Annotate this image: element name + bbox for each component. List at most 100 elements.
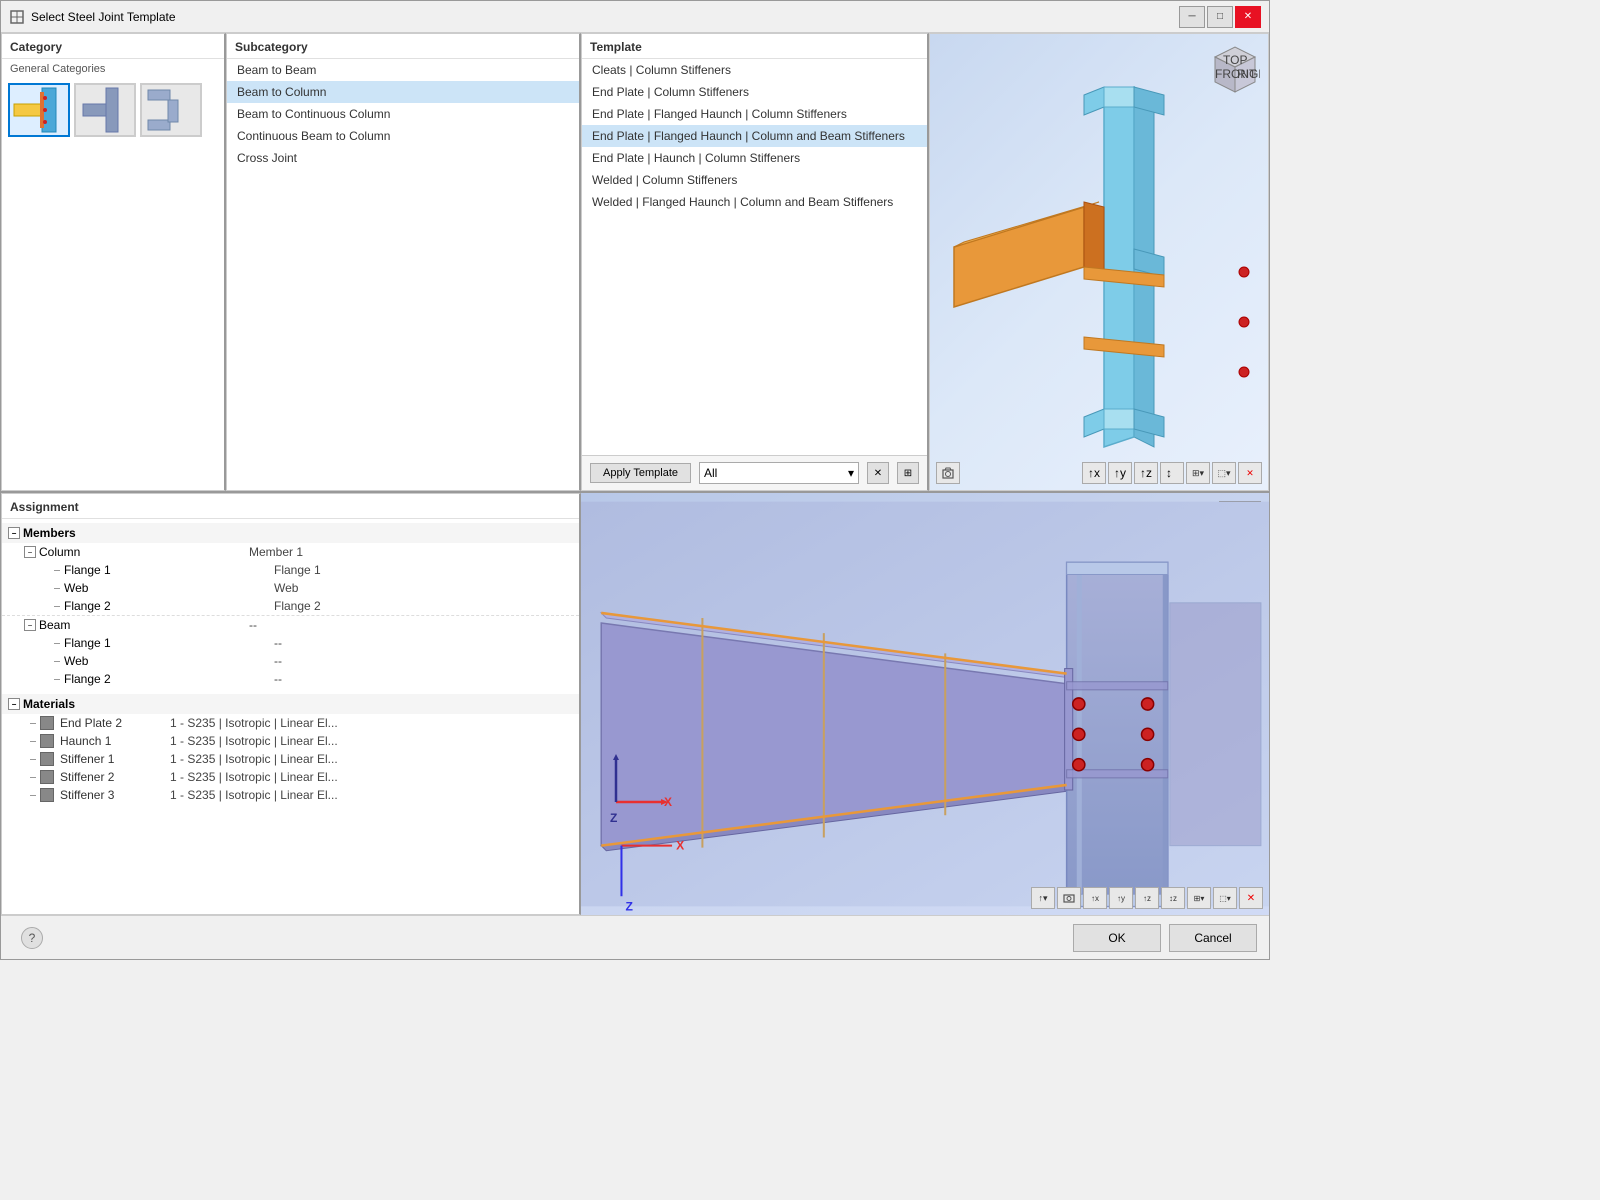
template-item-3[interactable]: End Plate | Flanged Haunch | Column Stif…	[582, 103, 927, 125]
col-web-value: Web	[274, 581, 573, 595]
members-label: Members	[23, 526, 76, 540]
mat-color-3	[40, 770, 54, 784]
view-options-button[interactable]: ⊞▾	[1186, 462, 1210, 484]
clear-button[interactable]: ✕	[867, 462, 889, 484]
view-reset-button[interactable]: ✕	[1238, 462, 1262, 484]
chevron-down-icon: ▾	[848, 466, 854, 480]
ok-button[interactable]: OK	[1073, 924, 1161, 952]
mat-value-0: 1 - S235 | Isotropic | Linear El...	[170, 716, 573, 730]
subcategory-panel: Subcategory Beam to Beam Beam to Column …	[226, 33, 581, 491]
svg-text:X: X	[676, 839, 684, 853]
help-button[interactable]: ?	[21, 927, 43, 949]
render-options-button[interactable]: ⬚▾	[1212, 462, 1236, 484]
view-front-button[interactable]: ↑x	[1082, 462, 1106, 484]
template-footer: Apply Template All ▾ ✕ ⊞	[582, 455, 927, 490]
members-expand-icon[interactable]: −	[8, 527, 20, 539]
column-value: Member 1	[249, 545, 573, 559]
category-panel: Category General Categories	[1, 33, 226, 491]
view-side-button[interactable]: ↑y	[1108, 462, 1132, 484]
svg-text:↑y: ↑y	[1114, 466, 1126, 480]
mat-value-2: 1 - S235 | Isotropic | Linear El...	[170, 752, 573, 766]
subcategory-header: Subcategory	[227, 34, 579, 59]
beam-flange2-value: --	[274, 672, 573, 686]
vp-view-iso-button[interactable]: ↕z	[1161, 887, 1185, 909]
template-item-7[interactable]: Welded | Flanged Haunch | Column and Bea…	[582, 191, 927, 213]
vp-move-button[interactable]: ↑▾	[1031, 887, 1055, 909]
mat-color-0	[40, 716, 54, 730]
camera-button[interactable]	[936, 462, 960, 484]
vp-camera-button[interactable]	[1057, 887, 1081, 909]
beam-value: --	[249, 618, 573, 632]
mat-color-1	[40, 734, 54, 748]
template-panel: Template Cleats | Column Stiffeners End …	[581, 33, 929, 491]
mat-name-2: Stiffener 1	[60, 752, 170, 766]
beam-flange1-row: Flange 1 --	[2, 634, 579, 652]
beam-web-label: Web	[64, 654, 274, 668]
subcategory-item-continuous-beam-to-column[interactable]: Continuous Beam to Column	[227, 125, 579, 147]
mat-color-4	[40, 788, 54, 802]
main-content: Category General Categories	[1, 33, 1269, 959]
svg-text:↑x: ↑x	[1088, 466, 1100, 480]
maximize-button[interactable]: □	[1207, 6, 1233, 28]
refresh-button[interactable]: ⊞	[897, 462, 919, 484]
vp-view-y-button[interactable]: ↑y	[1109, 887, 1133, 909]
mat-value-3: 1 - S235 | Isotropic | Linear El...	[170, 770, 573, 784]
material-row-0: End Plate 2 1 - S235 | Isotropic | Linea…	[2, 714, 579, 732]
members-section-header[interactable]: − Members	[2, 523, 579, 543]
subcategory-item-beam-to-beam[interactable]: Beam to Beam	[227, 59, 579, 81]
viewport-3d: X Z X Z	[581, 493, 1269, 915]
window-title: Select Steel Joint Template	[31, 10, 1179, 24]
materials-expand-icon[interactable]: −	[8, 698, 20, 710]
view-top-button[interactable]: ↑z	[1134, 462, 1158, 484]
vp-view-x-button[interactable]: ↑x	[1083, 887, 1107, 909]
viewport-toolbar: ↑▾ ↑x ↑y ↑z ↕z ⊞▾ ⬚▾ ✕	[1031, 887, 1263, 909]
beam-expand-icon[interactable]: −	[24, 619, 36, 631]
template-item-5[interactable]: End Plate | Haunch | Column Stiffeners	[582, 147, 927, 169]
category-icon-2[interactable]	[74, 83, 136, 137]
template-item-4[interactable]: End Plate | Flanged Haunch | Column and …	[582, 125, 927, 147]
preview-panel: TOP FRONT RIGHT	[929, 33, 1269, 491]
apply-template-button[interactable]: Apply Template	[590, 463, 691, 483]
column-expand-icon[interactable]: −	[24, 546, 36, 558]
cancel-button[interactable]: Cancel	[1169, 924, 1257, 952]
category-icon-3[interactable]	[140, 83, 202, 137]
svg-text:↕: ↕	[1166, 466, 1172, 480]
vp-render-button[interactable]: ⬚▾	[1213, 887, 1237, 909]
viewport-panel: X Z X Z	[581, 493, 1269, 915]
bottom-panels: Assignment − Members − Column Member 1	[1, 493, 1269, 915]
mat-color-2	[40, 752, 54, 766]
web-row: Web Web	[2, 579, 579, 597]
dropdown-value: All	[704, 466, 717, 480]
template-dropdown[interactable]: All ▾	[699, 462, 859, 484]
col-flange1-value: Flange 1	[274, 563, 573, 577]
view-iso-button[interactable]: ↕	[1160, 462, 1184, 484]
help-icon: ?	[29, 931, 36, 945]
axis-indicator: X Z	[606, 752, 676, 825]
subcategory-item-beam-to-column[interactable]: Beam to Column	[227, 81, 579, 103]
category-header: Category	[2, 34, 224, 59]
dialog-footer: ? OK Cancel	[1, 915, 1269, 959]
assignment-content: − Members − Column Member 1 Flange 1 F	[2, 519, 579, 914]
flange2-row: Flange 2 Flange 2	[2, 597, 579, 615]
vp-view-z-button[interactable]: ↑z	[1135, 887, 1159, 909]
template-item-6[interactable]: Welded | Column Stiffeners	[582, 169, 927, 191]
materials-section-header[interactable]: − Materials	[2, 694, 579, 714]
materials-label: Materials	[23, 697, 75, 711]
col-flange2-value: Flange 2	[274, 599, 573, 613]
subcategory-item-beam-to-continuous-column[interactable]: Beam to Continuous Column	[227, 103, 579, 125]
vp-reset-button[interactable]: ✕	[1239, 887, 1263, 909]
close-button[interactable]: ✕	[1235, 6, 1261, 28]
category-icon-1[interactable]	[8, 83, 70, 137]
template-list: Cleats | Column Stiffeners End Plate | C…	[582, 59, 927, 455]
minimize-button[interactable]: ─	[1179, 6, 1205, 28]
footer-left: ?	[13, 927, 1065, 949]
toolbar-3d-top: ↑x ↑y ↑z ↕ ⊞▾ ⬚▾ ✕	[1082, 462, 1262, 484]
template-item-1[interactable]: Cleats | Column Stiffeners	[582, 59, 927, 81]
subcategory-item-cross-joint[interactable]: Cross Joint	[227, 147, 579, 169]
vp-display-options-button[interactable]: ⊞▾	[1187, 887, 1211, 909]
main-window: Select Steel Joint Template ─ □ ✕ Catego…	[0, 0, 1270, 960]
nav-cube[interactable]: TOP FRONT RIGHT	[1205, 42, 1260, 97]
beam-web-value: --	[274, 654, 573, 668]
template-item-2[interactable]: End Plate | Column Stiffeners	[582, 81, 927, 103]
x-axis-label: X	[664, 795, 672, 809]
